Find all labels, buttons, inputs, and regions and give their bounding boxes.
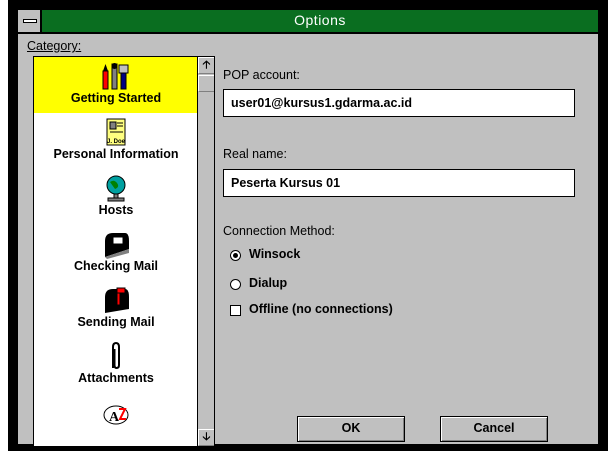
category-item-label: Getting Started	[70, 91, 162, 105]
mailbox-flag-icon	[105, 287, 129, 313]
arrow-down-icon: 🡣	[202, 431, 211, 443]
category-item-label: Hosts	[98, 203, 134, 217]
svg-text:J. Doe: J. Doe	[107, 139, 126, 145]
category-item-hosts[interactable]: Hosts	[34, 169, 198, 225]
category-item-label: Personal Information	[53, 147, 179, 161]
scroll-up-button[interactable]: 🡡	[198, 57, 214, 74]
category-item-getting-started[interactable]: Getting Started	[34, 57, 198, 113]
connection-method-label: Connection Method:	[223, 224, 335, 238]
paperclip-icon	[112, 341, 120, 370]
system-menu-icon	[23, 19, 37, 23]
mailbox-icon	[105, 233, 129, 259]
ok-button[interactable]: OK	[297, 416, 405, 442]
category-item-checking-mail[interactable]: Checking Mail	[34, 225, 198, 281]
options-dialog: Options Category: Getting Started J. Doe	[8, 0, 608, 451]
globe-icon	[106, 175, 126, 202]
scroll-thumb[interactable]	[198, 75, 214, 92]
title-bar[interactable]: Options	[18, 10, 598, 34]
category-label-text: Category:	[27, 39, 82, 53]
real-name-value: Peserta Kursus 01	[231, 176, 341, 190]
id-card-icon: J. Doe	[106, 118, 126, 146]
category-item-personal-information[interactable]: J. Doe Personal Information	[34, 113, 198, 169]
winsock-label[interactable]: Winsock	[249, 247, 300, 261]
arrow-up-icon: 🡡	[202, 59, 211, 71]
real-name-input[interactable]: Peserta Kursus 01	[223, 169, 575, 197]
pop-account-label: POP account:	[223, 68, 300, 82]
dialup-radio[interactable]	[230, 279, 241, 290]
category-list[interactable]: Getting Started J. Doe Personal Informat…	[33, 56, 215, 447]
category-scrollbar[interactable]: 🡡 🡣	[197, 57, 214, 446]
pop-account-value: user01@kursus1.gdarma.ac.id	[231, 96, 413, 110]
svg-text:A: A	[109, 410, 120, 425]
cancel-button[interactable]: Cancel	[440, 416, 548, 442]
winsock-radio[interactable]	[230, 250, 241, 261]
offline-label[interactable]: Offline (no connections)	[249, 302, 393, 316]
scroll-down-button[interactable]: 🡣	[198, 429, 214, 446]
category-item-label: Attachments	[78, 371, 154, 385]
window-title: Options	[294, 12, 346, 28]
tools-icon	[102, 63, 129, 90]
category-item-fonts[interactable]: A	[34, 393, 198, 446]
system-menu-button[interactable]	[18, 10, 42, 32]
real-name-label: Real name:	[223, 147, 287, 161]
pop-account-input[interactable]: user01@kursus1.gdarma.ac.id	[223, 89, 575, 117]
dialup-label[interactable]: Dialup	[249, 276, 287, 290]
category-item-label: Sending Mail	[77, 315, 155, 329]
category-item-label: Checking Mail	[73, 259, 159, 273]
fonts-icon: A	[103, 405, 129, 425]
category-item-sending-mail[interactable]: Sending Mail	[34, 281, 198, 337]
offline-checkbox[interactable]	[230, 305, 241, 316]
category-label: Category:	[27, 39, 81, 53]
category-item-attachments[interactable]: Attachments	[34, 337, 198, 393]
